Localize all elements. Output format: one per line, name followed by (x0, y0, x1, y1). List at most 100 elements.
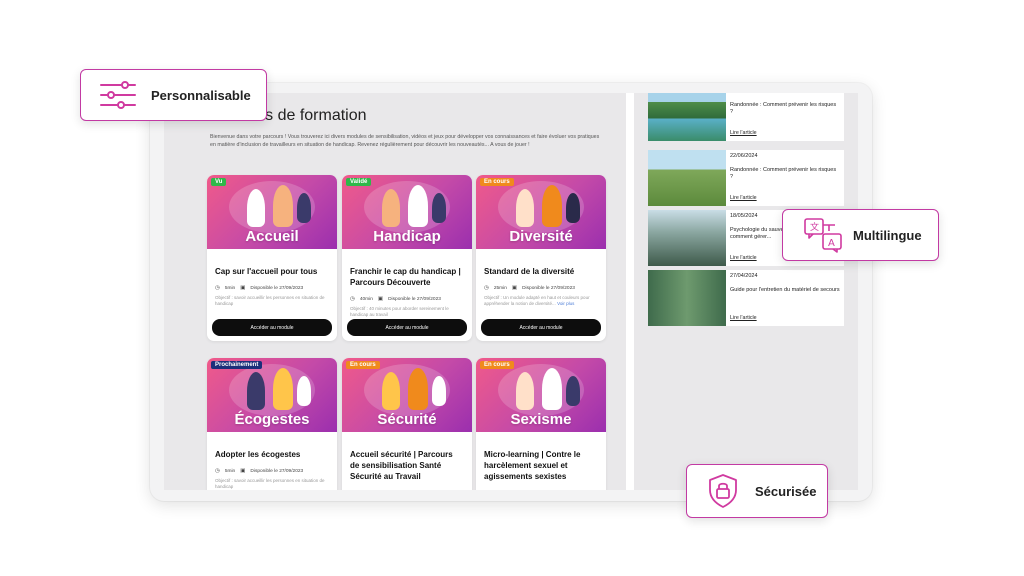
feature-label: Sécurisée (755, 483, 817, 499)
module-date: Disponible le 27/09/2023 (522, 285, 575, 291)
module-duration: 40min (359, 296, 373, 302)
article-thumbnail (648, 210, 726, 266)
shield-icon (709, 474, 737, 508)
module-illustration: En cours Sécurité (342, 358, 472, 432)
page-title: cours de formation (234, 107, 367, 124)
feature-customizable: Personnalisable (80, 69, 267, 121)
article-thumbnail (648, 270, 726, 326)
module-card[interactable]: En cours Sécurité Accueil sécurité | Par… (342, 358, 472, 490)
device-frame: cours de formation Bienvenue dans votre … (150, 83, 872, 501)
see-more-link[interactable]: Voir plus (557, 301, 574, 306)
module-card[interactable]: Vu Accueil Cap sur l'accueil pour tous ◷… (207, 175, 337, 341)
article-date: 22/06/2024 (730, 153, 758, 159)
article-card[interactable]: 12/07/2024 Randonnée : Comment prévenir … (648, 93, 844, 141)
module-illustration: Validé Handicap (342, 175, 472, 249)
calendar-icon: ▣ (377, 296, 384, 302)
module-illustration: Vu Accueil (207, 175, 337, 249)
module-illustration: En cours Diversité (476, 175, 606, 249)
article-title: Randonnée : Comment prévenir les risques… (730, 166, 837, 181)
feature-secure: Sécurisée (686, 464, 828, 518)
module-card[interactable]: Prochainement Écogestes Adopter les écog… (207, 358, 337, 490)
module-card[interactable]: En cours Sexisme Micro-learning | Contre… (476, 358, 606, 490)
module-meta: ◷ 5min ▣ Disponible le 27/09/2023 (215, 468, 329, 474)
module-illustration: En cours Sexisme (476, 358, 606, 432)
feature-label: Multilingue (853, 227, 922, 243)
module-illustration: Prochainement Écogestes (207, 358, 337, 432)
module-date: Disponible le 27/09/2023 (388, 296, 441, 302)
module-image-label: Handicap (373, 228, 441, 245)
status-badge: Vu (211, 178, 227, 186)
article-date: 12/07/2024 (730, 93, 840, 96)
app-screen: cours de formation Bienvenue dans votre … (164, 93, 858, 490)
calendar-icon: ▣ (240, 468, 246, 474)
access-module-button[interactable]: Accéder au module (481, 319, 601, 336)
module-title: Adopter les écogestes (215, 450, 301, 459)
panel-divider (626, 93, 634, 490)
module-card-body: Standard de la diversité ◷ 25min ▣ Disponi… (476, 249, 606, 341)
module-card[interactable]: Validé Handicap Franchir le cap du handi… (342, 175, 472, 341)
module-card-body: Adopter les écogestes ◷ 5min ▣ Disponible … (207, 432, 337, 490)
articles-sidebar: 12/07/2024 Randonnée : Comment prévenir … (634, 93, 858, 490)
module-meta: ◷ 40min ▣ Disponible le 27/09/2023 (350, 296, 464, 302)
module-card-body: Cap sur l'accueil pour tous ◷ 5min ▣ Dispo… (207, 249, 337, 341)
clock-icon: ◷ (484, 285, 489, 291)
article-title: Guide pour l'entretien du matériel de se… (730, 286, 840, 293)
article-thumbnail (648, 93, 726, 141)
module-image-label: Écogestes (234, 411, 310, 428)
article-body: 22/06/2024 Randonnée : Comment prévenir … (726, 150, 844, 206)
clock-icon: ◷ (350, 296, 355, 302)
module-card-body: Micro-learning | Contre le harcèlement s… (476, 432, 606, 490)
article-body: 12/07/2024 Randonnée : Comment prévenir … (726, 93, 844, 141)
svg-text:文: 文 (810, 221, 819, 233)
module-title: Accueil sécurité | Parcours de sensibili… (350, 450, 453, 481)
feature-label: Personnalisable (151, 87, 251, 103)
article-body: 27/04/2024 Guide pour l'entretien du mat… (726, 270, 844, 326)
module-objective: Objectif : 40 minutes pour aborder serei… (350, 306, 449, 317)
article-thumbnail (648, 150, 726, 206)
calendar-icon: ▣ (511, 285, 518, 291)
module-card[interactable]: En cours Diversité Standard de la divers… (476, 175, 606, 341)
module-objective: Objectif : savoir accueillir les personn… (215, 295, 325, 306)
article-title: Randonnée : Comment prévenir les risques… (730, 101, 837, 116)
status-badge: En cours (480, 178, 514, 186)
module-duration: 5min (224, 468, 236, 474)
calendar-icon: ▣ (240, 285, 246, 291)
status-badge: En cours (346, 361, 380, 369)
module-card-body: Franchir le cap du handicap | Parcours D… (342, 249, 472, 341)
feature-multilingual: 文 A Multilingue (782, 209, 939, 261)
read-article-link[interactable]: Lire l'article (730, 130, 757, 138)
article-card[interactable]: 22/06/2024 Randonnée : Comment prévenir … (648, 150, 844, 206)
access-module-button[interactable]: Accéder au module (212, 319, 332, 336)
article-date: 27/04/2024 (730, 273, 758, 279)
module-image-label: Sécurité (377, 411, 437, 428)
read-article-link[interactable]: Lire l'article (730, 315, 757, 323)
module-duration: 5min (224, 285, 236, 291)
module-title: Cap sur l'accueil pour tous (215, 267, 318, 276)
module-duration: 25min (493, 285, 507, 291)
module-date: Disponible le 27/09/2023 (250, 285, 304, 291)
sliders-icon (100, 81, 136, 109)
module-image-label: Accueil (245, 228, 299, 245)
module-date: Disponible le 27/09/2023 (250, 468, 304, 474)
translate-icon: 文 A (804, 218, 842, 253)
status-badge: Prochainement (211, 361, 263, 369)
access-module-button[interactable]: Accéder au module (347, 319, 467, 336)
status-badge: Validé (346, 178, 372, 186)
module-image-label: Diversité (509, 228, 573, 245)
clock-icon: ◷ (215, 468, 220, 474)
module-card-body: Accueil sécurité | Parcours de sensibili… (342, 432, 472, 490)
module-image-label: Sexisme (510, 411, 572, 428)
module-title: Standard de la diversité (484, 267, 575, 276)
article-card[interactable]: 27/04/2024 Guide pour l'entretien du mat… (648, 270, 844, 326)
module-title: Franchir le cap du handicap | Parcours D… (350, 267, 461, 287)
clock-icon: ◷ (215, 285, 220, 291)
module-meta: ◷ 25min ▣ Disponible le 27/09/2023 (484, 285, 598, 291)
module-objective: Objectif : Un module adapté en haut et c… (484, 295, 590, 306)
status-badge: En cours (480, 361, 514, 369)
module-objective: Objectif : savoir accueillir les personn… (215, 478, 325, 489)
read-article-link[interactable]: Lire l'article (730, 195, 757, 203)
module-title: Micro-learning | Contre le harcèlement s… (484, 450, 581, 481)
intro-text: Bienvenue dans votre parcours ! Vous tro… (210, 134, 600, 148)
svg-text:A: A (828, 238, 835, 249)
read-article-link[interactable]: Lire l'article (730, 255, 757, 263)
